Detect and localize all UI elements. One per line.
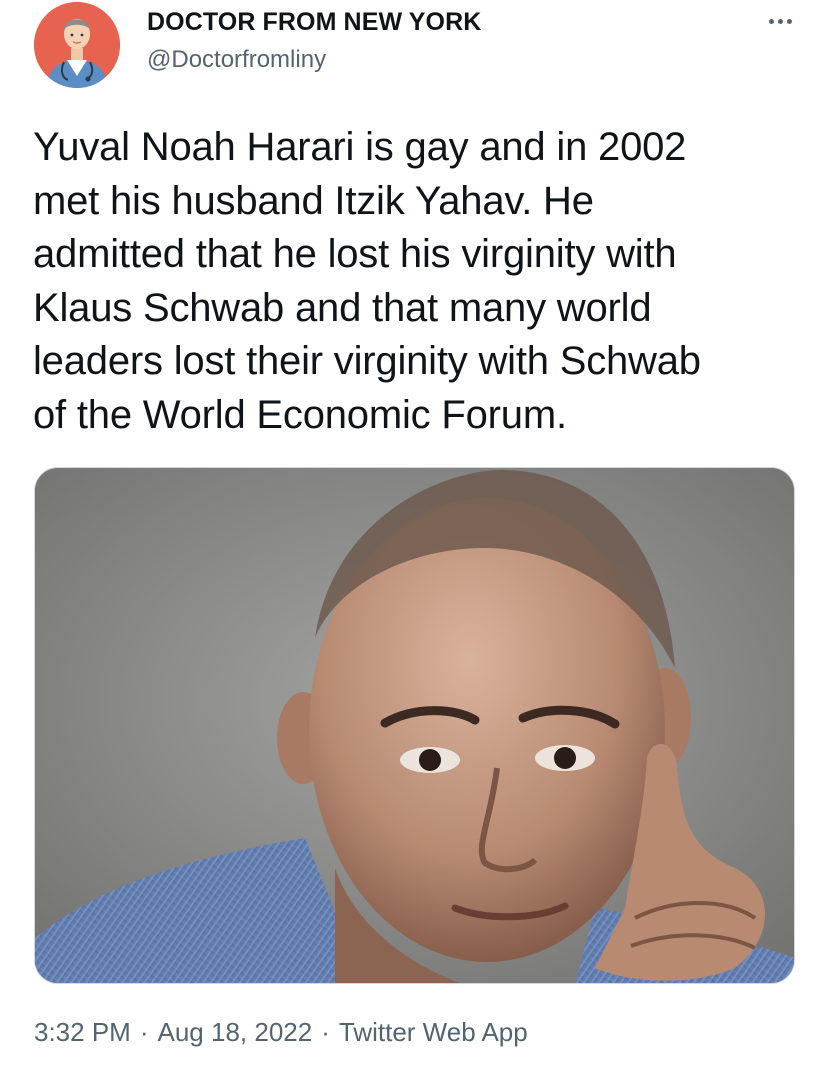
author-handle[interactable]: @Doctorfromliny (147, 46, 326, 74)
portrait-photo (35, 468, 794, 983)
author-display-name[interactable]: DOCTOR FROM NEW YORK (147, 8, 481, 37)
tweet-text-line: of the World Economic Forum. (33, 392, 567, 437)
meta-separator: · (139, 1017, 149, 1047)
meta-separator: · (321, 1017, 330, 1047)
tweet-text-line: Yuval Noah Harari is gay and in 2002 (33, 125, 687, 169)
tweet-text-line: Klaus Schwab and that many world (33, 285, 652, 330)
tweet-text: Yuval Noah Harari is gay and in 2002 met… (33, 121, 803, 442)
tweet-source-link[interactable]: Twitter Web App (339, 1017, 528, 1047)
tweet-card: DOCTOR FROM NEW YORK @Doctorfromliny Yuv… (0, 0, 828, 1069)
doctor-avatar-icon (34, 2, 120, 88)
tweet-time[interactable]: 3:32 PM (34, 1017, 131, 1047)
tweet-meta: 3:32 PM · Aug 18, 2022 · Twitter Web App (34, 1017, 528, 1048)
tweet-photo[interactable] (34, 467, 795, 984)
tweet-text-line: admitted that he lost his virginity with (33, 232, 677, 276)
more-horizontal-icon (768, 18, 774, 24)
tweet-date[interactable]: Aug 18, 2022 (158, 1017, 313, 1047)
tweet-text-line: leaders lost their virginity with Schwab (33, 339, 701, 383)
more-options-button[interactable] (760, 6, 800, 36)
more-dot (786, 18, 792, 24)
tweet-text-line: met his husband Itzik Yahav. He (33, 178, 594, 223)
more-dot (777, 18, 783, 24)
avatar[interactable] (34, 2, 120, 88)
